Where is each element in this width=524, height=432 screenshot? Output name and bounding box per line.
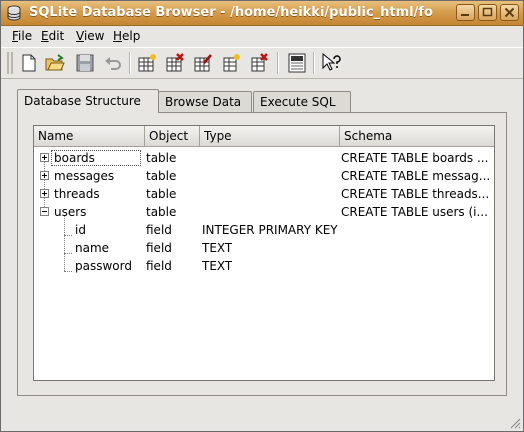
new-database-button[interactable] (17, 51, 41, 75)
menu-bar: File Edit View Help (1, 26, 523, 46)
open-database-icon (45, 54, 65, 71)
menu-file[interactable]: File (12, 29, 32, 43)
delete-table-button[interactable] (163, 51, 187, 75)
expand-icon[interactable] (40, 189, 49, 198)
table-row[interactable]: threads table CREATE TABLE threads... (34, 185, 494, 203)
collapse-icon[interactable] (40, 207, 49, 216)
field-row[interactable]: name field TEXT (34, 239, 494, 257)
maximize-icon (482, 7, 493, 17)
toolbar (1, 47, 523, 79)
open-database-button[interactable] (43, 51, 67, 75)
column-header-type[interactable]: Type (200, 126, 340, 146)
row-object: field (146, 259, 172, 273)
log-window-button[interactable] (285, 51, 309, 75)
create-index-icon (223, 54, 240, 72)
create-index-button[interactable] (219, 51, 243, 75)
undo-button[interactable] (101, 51, 125, 75)
save-button[interactable] (73, 51, 97, 75)
column-header-object[interactable]: Object (145, 126, 200, 146)
toolbar-separator (277, 52, 279, 74)
tab-database-structure[interactable]: Database Structure (17, 89, 159, 113)
row-name: id (75, 223, 86, 237)
toolbar-grip[interactable] (7, 52, 13, 74)
row-schema: CREATE TABLE users (i... (341, 205, 488, 219)
table-row[interactable]: users table CREATE TABLE users (i... (34, 203, 494, 221)
minimize-icon (461, 14, 469, 16)
modify-table-button[interactable] (191, 51, 215, 75)
log-window-icon (288, 53, 306, 73)
column-header-name[interactable]: Name (34, 126, 145, 146)
table-row[interactable]: messages table CREATE TABLE messag... (34, 167, 494, 185)
row-object: table (146, 205, 177, 219)
row-object: table (146, 187, 177, 201)
modify-table-icon (194, 54, 212, 72)
maximize-button[interactable] (478, 4, 497, 21)
tab-browse-data[interactable]: Browse Data (158, 91, 252, 112)
row-name: users (54, 205, 87, 219)
row-schema: CREATE TABLE messag... (341, 169, 491, 183)
close-icon (504, 7, 515, 18)
window-title: SQLite Database Browser - /home/heikki/p… (29, 5, 433, 20)
whats-this-icon (322, 53, 341, 71)
status-bar (1, 403, 523, 431)
database-icon (7, 5, 21, 21)
close-button[interactable] (500, 4, 519, 21)
menu-help[interactable]: Help (113, 29, 140, 43)
structure-tree[interactable]: Name Object Type Schema boards table CRE… (33, 125, 495, 381)
resize-grip-icon[interactable] (509, 417, 521, 429)
create-table-icon (138, 54, 156, 72)
main-window: SQLite Database Browser - /home/heikki/p… (0, 0, 524, 432)
row-type: INTEGER PRIMARY KEY (202, 223, 338, 237)
row-object: table (146, 151, 177, 165)
menu-edit[interactable]: Edit (41, 29, 64, 43)
row-name: threads (54, 187, 100, 201)
row-type: TEXT (202, 241, 233, 255)
column-header-schema[interactable]: Schema (340, 126, 494, 146)
tab-execute-sql[interactable]: Execute SQL (253, 91, 351, 112)
row-object: field (146, 241, 172, 255)
menu-view[interactable]: View (76, 29, 104, 43)
tree-header: Name Object Type Schema (34, 126, 494, 147)
row-schema: CREATE TABLE threads... (341, 187, 490, 201)
minimize-button[interactable] (456, 4, 475, 21)
toolbar-separator (313, 52, 315, 74)
row-name: name (75, 241, 110, 255)
field-row[interactable]: id field INTEGER PRIMARY KEY (34, 221, 494, 239)
undo-icon (105, 57, 121, 70)
delete-index-button[interactable] (247, 51, 271, 75)
row-name: messages (54, 169, 115, 183)
row-type: TEXT (202, 259, 233, 273)
row-object: table (146, 169, 177, 183)
delete-table-icon (166, 53, 184, 72)
delete-index-icon (251, 53, 268, 72)
create-table-button[interactable] (135, 51, 159, 75)
database-structure-panel: Name Object Type Schema boards table CRE… (17, 112, 507, 396)
title-bar[interactable]: SQLite Database Browser - /home/heikki/p… (1, 1, 523, 26)
row-name: password (75, 259, 132, 273)
whats-this-button[interactable] (319, 51, 343, 75)
row-object: field (146, 223, 172, 237)
field-row[interactable]: password field TEXT (34, 257, 494, 275)
tab-bar: Database Structure Browse Data Execute S… (17, 89, 517, 113)
toolbar-separator (129, 52, 131, 74)
new-database-icon (22, 54, 36, 72)
save-icon (76, 54, 94, 72)
expand-icon[interactable] (40, 171, 49, 180)
expand-icon[interactable] (40, 153, 49, 162)
table-row[interactable]: boards table CREATE TABLE boards ... (34, 149, 494, 167)
row-schema: CREATE TABLE boards ... (341, 151, 489, 165)
row-name: boards (54, 151, 95, 165)
